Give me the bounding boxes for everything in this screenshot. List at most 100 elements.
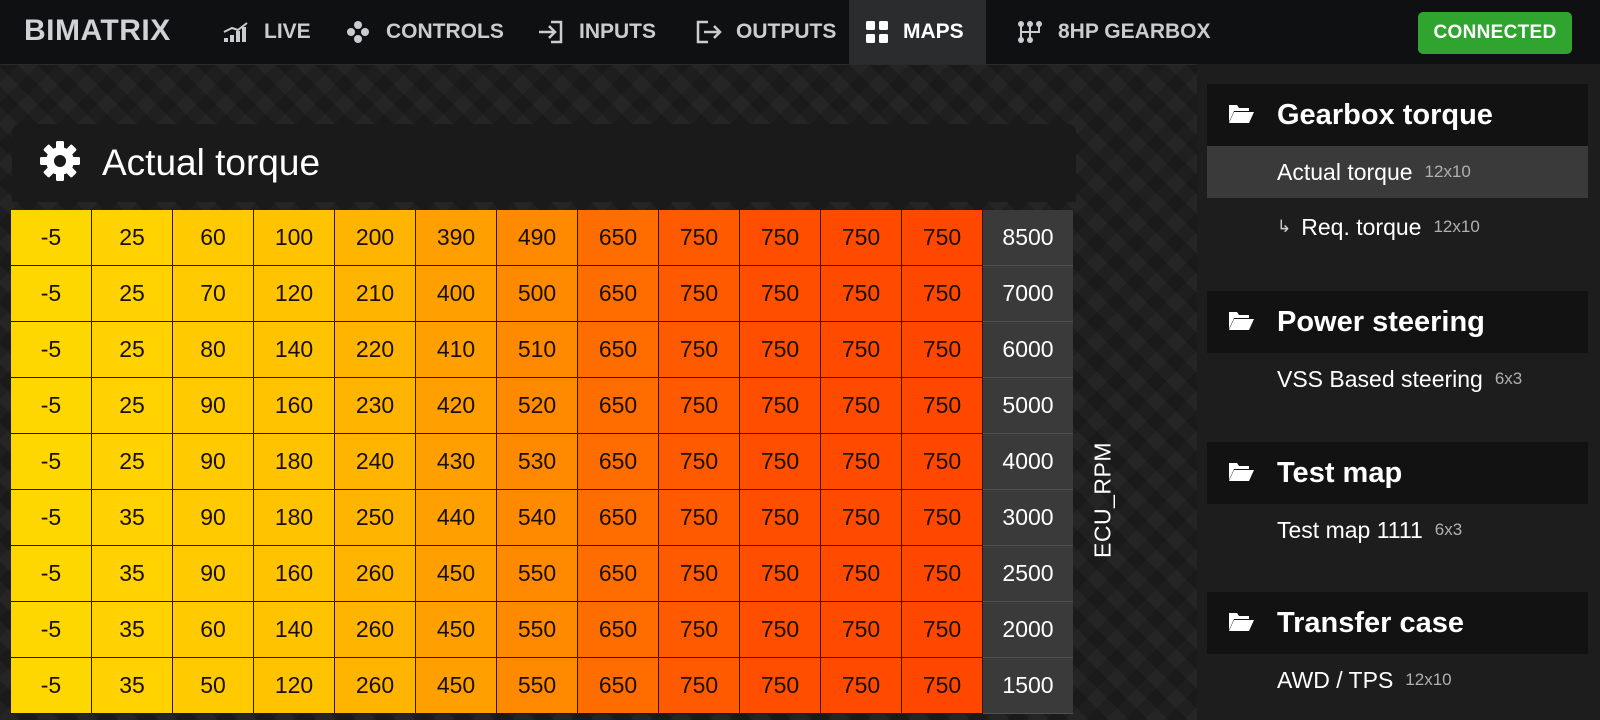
map-cell[interactable]: 210	[335, 266, 416, 322]
map-cell[interactable]: 650	[578, 602, 659, 658]
map-cell[interactable]: 750	[821, 602, 902, 658]
map-list-item[interactable]: Actual torque 12x10	[1207, 146, 1588, 198]
map-cell[interactable]: 750	[740, 266, 821, 322]
map-group-header[interactable]: Power steering	[1207, 291, 1588, 353]
map-cell[interactable]: 750	[902, 546, 983, 602]
map-cell[interactable]: 260	[335, 602, 416, 658]
map-cell[interactable]: 260	[335, 546, 416, 602]
map-cell[interactable]: 650	[578, 378, 659, 434]
map-cell[interactable]: 750	[902, 602, 983, 658]
map-cell[interactable]: 750	[821, 434, 902, 490]
map-cell[interactable]: 35	[92, 602, 173, 658]
map-cell[interactable]: 450	[416, 546, 497, 602]
map-cell[interactable]: 500	[497, 266, 578, 322]
map-cell[interactable]: 180	[254, 434, 335, 490]
map-cell[interactable]: 250	[335, 490, 416, 546]
map-cell[interactable]: 140	[254, 322, 335, 378]
map-cell[interactable]: 750	[740, 490, 821, 546]
map-cell[interactable]: 450	[416, 602, 497, 658]
map-cell[interactable]: 550	[497, 658, 578, 714]
map-cell[interactable]: 140	[254, 602, 335, 658]
map-cell[interactable]: 35	[92, 490, 173, 546]
map-cell[interactable]: 90	[173, 434, 254, 490]
map-cell[interactable]: 430	[416, 434, 497, 490]
nav-inputs[interactable]: INPUTS	[521, 0, 672, 64]
connection-status-button[interactable]: CONNECTED	[1418, 12, 1572, 54]
map-cell[interactable]: 60	[173, 602, 254, 658]
map-cell[interactable]: 750	[659, 434, 740, 490]
map-cell[interactable]: 750	[740, 658, 821, 714]
map-cell[interactable]: 650	[578, 490, 659, 546]
map-group-header[interactable]: Gearbox torque	[1207, 84, 1588, 146]
map-cell[interactable]: 650	[578, 266, 659, 322]
map-cell[interactable]: 750	[740, 378, 821, 434]
map-cell[interactable]: -5	[11, 490, 92, 546]
map-list-item[interactable]: ↳ Req. torque 12x10	[1207, 201, 1588, 253]
nav-controls[interactable]: CONTROLS	[328, 0, 520, 64]
map-cell[interactable]: 25	[92, 378, 173, 434]
map-cell[interactable]: 90	[173, 490, 254, 546]
map-cell[interactable]: 520	[497, 378, 578, 434]
nav-maps[interactable]: MAPS	[849, 0, 986, 64]
map-cell[interactable]: 410	[416, 322, 497, 378]
map-cell[interactable]: -5	[11, 378, 92, 434]
map-cell[interactable]: 750	[659, 210, 740, 266]
map-cell[interactable]: 550	[497, 602, 578, 658]
map-cell[interactable]: 50	[173, 658, 254, 714]
map-cell[interactable]: -5	[11, 210, 92, 266]
map-cell[interactable]: -5	[11, 266, 92, 322]
map-cell[interactable]: 750	[659, 658, 740, 714]
map-cell[interactable]: 240	[335, 434, 416, 490]
map-cell[interactable]: 750	[902, 434, 983, 490]
map-cell[interactable]: 750	[821, 490, 902, 546]
map-cell[interactable]: 750	[659, 490, 740, 546]
map-cell[interactable]: 400	[416, 266, 497, 322]
map-cell[interactable]: 750	[659, 266, 740, 322]
map-cell[interactable]: 750	[821, 378, 902, 434]
map-cell[interactable]: 90	[173, 546, 254, 602]
map-cell[interactable]: 35	[92, 658, 173, 714]
map-cell[interactable]: 650	[578, 546, 659, 602]
map-cell[interactable]: -5	[11, 658, 92, 714]
nav-8hp-gearbox[interactable]: 8HP GEARBOX	[1000, 0, 1227, 64]
map-group-header[interactable]: Test map	[1207, 442, 1588, 504]
map-cell[interactable]: 750	[902, 322, 983, 378]
map-list-item[interactable]: Test map 1111 6x3	[1207, 504, 1588, 556]
map-cell[interactable]: 650	[578, 434, 659, 490]
map-cell[interactable]: 750	[821, 658, 902, 714]
map-cell[interactable]: 750	[740, 434, 821, 490]
map-list-item[interactable]: AWD / TPS 12x10	[1207, 654, 1588, 706]
map-cell[interactable]: 540	[497, 490, 578, 546]
map-cell[interactable]: 90	[173, 378, 254, 434]
map-cell[interactable]: 750	[821, 210, 902, 266]
map-cell[interactable]: 750	[902, 378, 983, 434]
map-cell[interactable]: 120	[254, 266, 335, 322]
map-cell[interactable]: 180	[254, 490, 335, 546]
map-cell[interactable]: 550	[497, 546, 578, 602]
map-cell[interactable]: 100	[254, 210, 335, 266]
map-cell[interactable]: 25	[92, 266, 173, 322]
gear-icon[interactable]	[38, 139, 82, 188]
map-cell[interactable]: 510	[497, 322, 578, 378]
map-cell[interactable]: 420	[416, 378, 497, 434]
map-cell[interactable]: 160	[254, 546, 335, 602]
map-cell[interactable]: 750	[740, 210, 821, 266]
map-cell[interactable]: 220	[335, 322, 416, 378]
map-cell[interactable]: 60	[173, 210, 254, 266]
map-cell[interactable]: 70	[173, 266, 254, 322]
map-cell[interactable]: 650	[578, 210, 659, 266]
map-cell[interactable]: 750	[740, 602, 821, 658]
map-cell[interactable]: 35	[92, 546, 173, 602]
map-cell[interactable]: 750	[902, 658, 983, 714]
map-cell[interactable]: 25	[92, 322, 173, 378]
map-cell[interactable]: 200	[335, 210, 416, 266]
map-cell[interactable]: 750	[902, 490, 983, 546]
map-cell[interactable]: 750	[821, 266, 902, 322]
map-cell[interactable]: 25	[92, 434, 173, 490]
map-cell[interactable]: 650	[578, 658, 659, 714]
map-cell[interactable]: 750	[821, 546, 902, 602]
map-cell[interactable]: 750	[740, 322, 821, 378]
map-cell[interactable]: -5	[11, 434, 92, 490]
map-cell[interactable]: 750	[659, 546, 740, 602]
map-cell[interactable]: 450	[416, 658, 497, 714]
